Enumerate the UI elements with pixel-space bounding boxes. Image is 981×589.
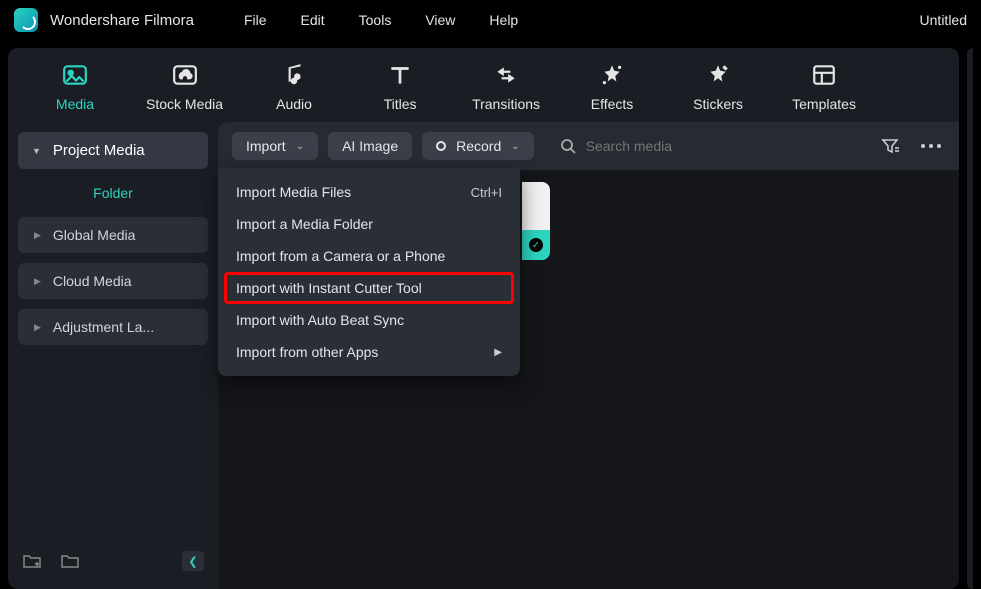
menu-help[interactable]: Help [489,12,518,28]
thumbnail-preview [522,182,550,230]
tab-label: Titles [384,96,417,112]
import-label: Import [246,138,286,154]
tab-label: Templates [792,96,856,112]
audio-icon [280,62,308,88]
sidebar: ▼ Project Media Folder ▶ Global Media ▶ … [8,122,218,589]
tab-label: Effects [591,96,634,112]
sidebar-item-global-media[interactable]: ▶ Global Media [18,217,208,253]
import-media-files[interactable]: Import Media Files Ctrl+I [218,176,520,208]
thumbnail-badge: ✓ [522,230,550,260]
import-instant-cutter[interactable]: Import with Instant Cutter Tool [224,272,514,304]
document-title: Untitled [920,12,967,28]
tab-titles[interactable]: Titles [365,62,435,112]
check-icon: ✓ [529,238,543,252]
import-button[interactable]: Import ⌄ [232,132,318,160]
submenu-arrow-icon: ▶ [494,347,502,358]
import-dropdown: Import Media Files Ctrl+I Import a Media… [218,168,520,376]
tab-label: Stickers [693,96,743,112]
sidebar-item-label: Cloud Media [53,273,132,289]
sidebar-item-label: Global Media [53,227,136,243]
tab-label: Media [56,96,94,112]
tab-stock-media[interactable]: Stock Media [146,62,223,112]
effects-icon [598,62,626,88]
menu-edit[interactable]: Edit [301,12,325,28]
search-input[interactable] [586,138,871,154]
titles-icon [386,62,414,88]
main-panel: Import ⌄ AI Image Record ⌄ [218,122,959,589]
tab-audio[interactable]: Audio [259,62,329,112]
menu-file[interactable]: File [244,12,267,28]
transitions-icon [492,62,520,88]
dd-label: Import a Media Folder [236,216,373,232]
menu-tools[interactable]: Tools [359,12,392,28]
search-icon [560,138,576,154]
import-camera-phone[interactable]: Import from a Camera or a Phone [218,240,520,272]
cloud-icon [171,62,199,88]
dd-label: Import from other Apps [236,344,378,360]
chevron-right-icon: ▶ [34,276,41,287]
sidebar-item-cloud-media[interactable]: ▶ Cloud Media [18,263,208,299]
chevron-down-icon: ▼ [32,146,41,156]
chevron-down-icon: ⌄ [511,141,519,152]
sidebar-item-label: Adjustment La... [53,319,154,335]
main-tabs: Media Stock Media Audio Titles [8,48,959,122]
tab-label: Transitions [472,96,540,112]
folder-label[interactable]: Folder [18,179,208,207]
filter-icon[interactable] [881,138,899,154]
app-title: Wondershare Filmora [50,12,194,29]
toolbar: Import ⌄ AI Image Record ⌄ [218,122,959,170]
import-other-apps[interactable]: Import from other Apps ▶ [218,336,520,368]
menu-view[interactable]: View [425,12,455,28]
dd-shortcut: Ctrl+I [471,185,502,200]
new-folder-icon[interactable] [22,552,42,570]
menubar: File Edit Tools View Help [244,12,518,28]
chevron-down-icon: ⌄ [296,141,304,152]
tab-label: Stock Media [146,96,223,112]
sidebar-item-adjustment-layer[interactable]: ▶ Adjustment La... [18,309,208,345]
tab-transitions[interactable]: Transitions [471,62,541,112]
media-thumbnail[interactable]: ✓ [522,182,550,260]
dd-label: Import with Auto Beat Sync [236,312,404,328]
titlebar: Wondershare Filmora File Edit Tools View… [0,0,981,40]
record-label: Record [456,138,501,154]
collapse-sidebar-button[interactable]: ❮ [182,551,204,571]
import-media-folder[interactable]: Import a Media Folder [218,208,520,240]
record-icon [436,141,446,151]
more-options-button[interactable] [921,144,941,148]
tab-media[interactable]: Media [40,62,110,112]
dd-label: Import Media Files [236,184,351,200]
ai-image-label: AI Image [342,138,398,154]
chevron-left-icon: ❮ [188,555,197,568]
dd-label: Import with Instant Cutter Tool [236,280,422,296]
record-button[interactable]: Record ⌄ [422,132,534,160]
stickers-icon [704,62,732,88]
tab-templates[interactable]: Templates [789,62,859,112]
sidebar-header-label: Project Media [53,142,145,159]
tab-label: Audio [276,96,312,112]
ai-image-button[interactable]: AI Image [328,132,412,160]
tab-effects[interactable]: Effects [577,62,647,112]
app-logo-icon [14,8,38,32]
right-panel-edge [967,48,973,589]
media-icon [61,62,89,88]
tab-stickers[interactable]: Stickers [683,62,753,112]
templates-icon [810,62,838,88]
chevron-right-icon: ▶ [34,322,41,333]
chevron-right-icon: ▶ [34,230,41,241]
import-auto-beat-sync[interactable]: Import with Auto Beat Sync [218,304,520,336]
sidebar-header[interactable]: ▼ Project Media [18,132,208,169]
dd-label: Import from a Camera or a Phone [236,248,445,264]
folder-icon[interactable] [60,552,80,570]
